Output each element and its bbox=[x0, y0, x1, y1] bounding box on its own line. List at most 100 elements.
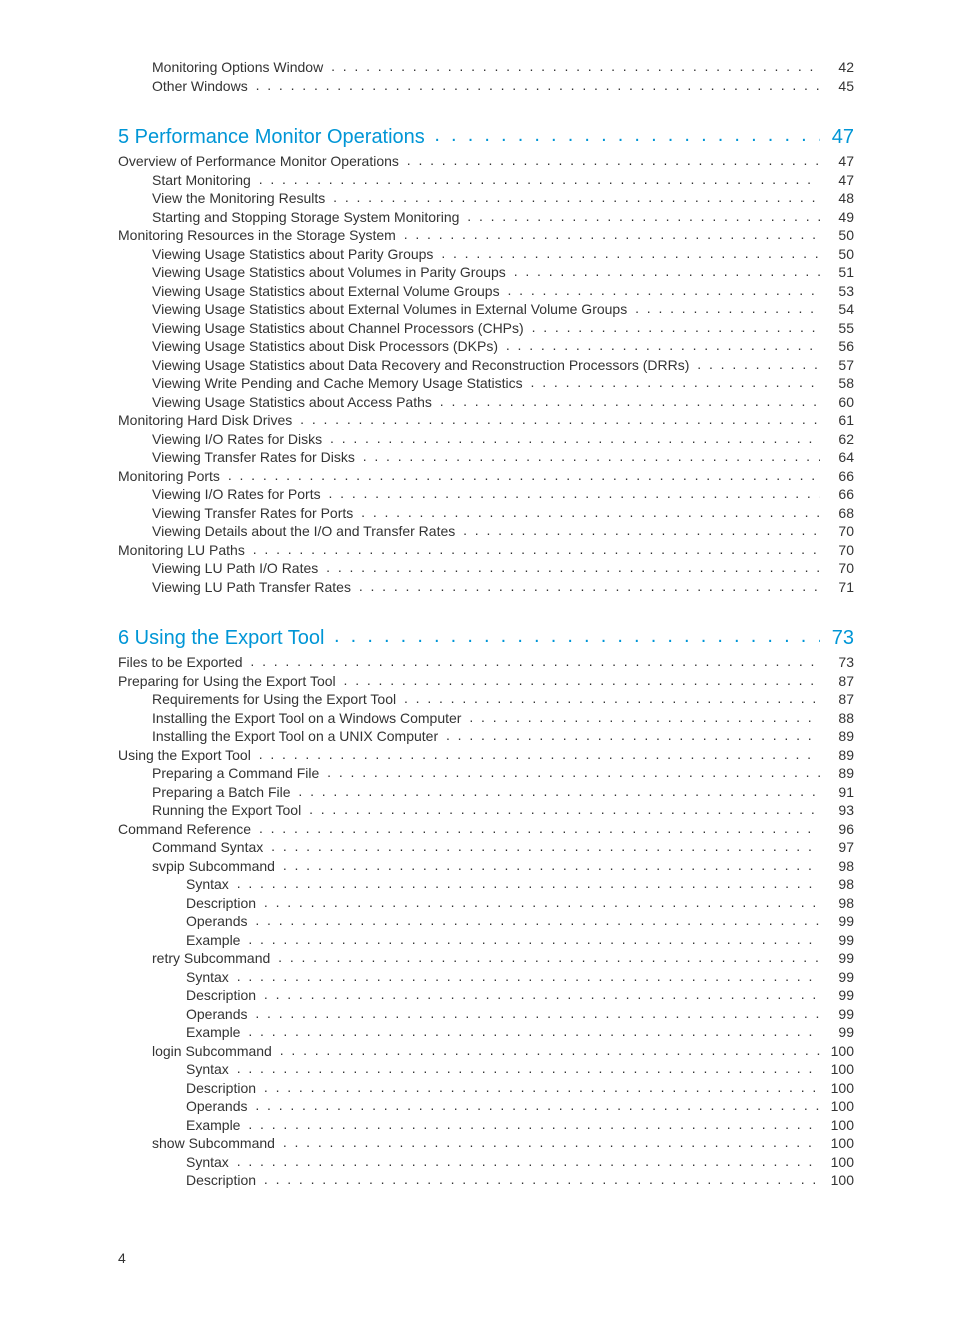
toc-entry-row[interactable]: Description100 bbox=[118, 1079, 854, 1098]
toc-entry-label: Viewing LU Path I/O Rates bbox=[118, 560, 318, 578]
toc-entry-row[interactable]: Monitoring Ports66 bbox=[118, 467, 854, 486]
toc-entry-page: 100 bbox=[824, 1043, 854, 1061]
toc-entry-row[interactable]: View the Monitoring Results48 bbox=[118, 189, 854, 208]
toc-entry-page: 98 bbox=[824, 895, 854, 913]
toc-entry-row[interactable]: Start Monitoring47 bbox=[118, 171, 854, 190]
dot-leader bbox=[326, 430, 820, 444]
toc-entry-row[interactable]: Files to be Exported73 bbox=[118, 653, 854, 672]
toc-entry-row[interactable]: Viewing Usage Statistics about Disk Proc… bbox=[118, 337, 854, 356]
dot-leader bbox=[400, 690, 820, 704]
toc-entry-row[interactable]: Preparing a Command File89 bbox=[118, 764, 854, 783]
toc-entry-page: 100 bbox=[824, 1080, 854, 1098]
toc-entry-row[interactable]: Example99 bbox=[118, 1023, 854, 1042]
toc-entry-label: Viewing Details about the I/O and Transf… bbox=[118, 523, 455, 541]
toc-entry-label: Syntax bbox=[118, 1154, 229, 1172]
toc-entry-row[interactable]: Using the Export Tool89 bbox=[118, 746, 854, 765]
toc-entry-row[interactable]: Description98 bbox=[118, 894, 854, 913]
toc-entry-row[interactable]: Overview of Performance Monitor Operatio… bbox=[118, 152, 854, 171]
toc-entry-row[interactable]: Command Reference96 bbox=[118, 820, 854, 839]
toc-entry-row[interactable]: Starting and Stopping Storage System Mon… bbox=[118, 208, 854, 227]
toc-entry-row[interactable]: Requirements for Using the Export Tool87 bbox=[118, 690, 854, 709]
toc-entry-row[interactable]: Viewing Write Pending and Cache Memory U… bbox=[118, 374, 854, 393]
toc-entry-label: Viewing Usage Statistics about External … bbox=[118, 301, 627, 319]
dot-leader bbox=[260, 1171, 820, 1185]
toc-entry-row[interactable]: Viewing Usage Statistics about Data Reco… bbox=[118, 356, 854, 375]
dot-leader bbox=[504, 282, 820, 296]
toc-chapter-row[interactable]: 5 Performance Monitor Operations47 bbox=[118, 123, 854, 150]
toc-entry-row[interactable]: Command Syntax97 bbox=[118, 838, 854, 857]
toc-entry-row[interactable]: Viewing Transfer Rates for Ports68 bbox=[118, 504, 854, 523]
toc-entry-row[interactable]: Installing the Export Tool on a Windows … bbox=[118, 709, 854, 728]
toc-list: Monitoring Options Window 42Other Windows… bbox=[118, 58, 854, 1190]
toc-entry-row[interactable]: Operands99 bbox=[118, 912, 854, 931]
toc-entry-row[interactable]: Monitoring Options Window 42 bbox=[118, 58, 854, 77]
toc-entry-row[interactable]: Syntax98 bbox=[118, 875, 854, 894]
toc-entry-row[interactable]: Operands100 bbox=[118, 1097, 854, 1116]
toc-entry-row[interactable]: Viewing Transfer Rates for Disks64 bbox=[118, 448, 854, 467]
toc-entry-row[interactable]: Description99 bbox=[118, 986, 854, 1005]
toc-entry-row[interactable]: Syntax100 bbox=[118, 1153, 854, 1172]
toc-entry-page: 68 bbox=[824, 505, 854, 523]
dot-leader bbox=[296, 411, 820, 425]
toc-entry-row[interactable]: Viewing Usage Statistics about External … bbox=[118, 282, 854, 301]
toc-entry-row[interactable]: Viewing Usage Statistics about External … bbox=[118, 300, 854, 319]
toc-entry-row[interactable]: Operands99 bbox=[118, 1005, 854, 1024]
dot-leader bbox=[247, 653, 820, 667]
toc-entry-row[interactable]: Viewing I/O Rates for Ports66 bbox=[118, 485, 854, 504]
toc-entry-row[interactable]: show Subcommand100 bbox=[118, 1134, 854, 1153]
toc-entry-row[interactable]: Syntax99 bbox=[118, 968, 854, 987]
dot-leader bbox=[459, 522, 820, 536]
toc-entry-row[interactable]: Viewing Usage Statistics about Access Pa… bbox=[118, 393, 854, 412]
toc-entry-row[interactable]: Viewing Usage Statistics about Parity Gr… bbox=[118, 245, 854, 264]
toc-entry-row[interactable]: Viewing LU Path I/O Rates70 bbox=[118, 559, 854, 578]
toc-entry-row[interactable]: Preparing a Batch File91 bbox=[118, 783, 854, 802]
toc-entry-page: 58 bbox=[824, 375, 854, 393]
dot-leader bbox=[631, 300, 820, 314]
dot-leader bbox=[255, 746, 820, 760]
toc-entry-row[interactable]: Running the Export Tool93 bbox=[118, 801, 854, 820]
toc-entry-page: 57 bbox=[824, 357, 854, 375]
dot-leader bbox=[274, 949, 820, 963]
toc-entry-row[interactable]: Viewing Usage Statistics about Channel P… bbox=[118, 319, 854, 338]
toc-entry-label: Monitoring Options Window bbox=[118, 59, 323, 77]
toc-entry-label: Operands bbox=[118, 1006, 247, 1024]
toc-entry-page: 47 bbox=[824, 172, 854, 190]
toc-entry-page: 91 bbox=[824, 784, 854, 802]
toc-page: Monitoring Options Window 42Other Windows… bbox=[0, 0, 954, 1326]
toc-entry-page: 47 bbox=[824, 153, 854, 171]
toc-entry-page: 100 bbox=[824, 1172, 854, 1190]
toc-entry-row[interactable]: Example99 bbox=[118, 931, 854, 950]
dot-leader bbox=[442, 727, 820, 741]
toc-entry-row[interactable]: Other Windows45 bbox=[118, 77, 854, 96]
dot-leader bbox=[249, 541, 820, 555]
toc-entry-row[interactable]: Viewing LU Path Transfer Rates71 bbox=[118, 578, 854, 597]
dot-leader bbox=[233, 875, 820, 889]
toc-entry-row[interactable]: Viewing Usage Statistics about Volumes i… bbox=[118, 263, 854, 282]
toc-entry-label: Syntax bbox=[118, 1061, 229, 1079]
toc-entry-page: 54 bbox=[824, 301, 854, 319]
toc-entry-label: Using the Export Tool bbox=[118, 747, 251, 765]
toc-entry-row[interactable]: Viewing I/O Rates for Disks62 bbox=[118, 430, 854, 449]
toc-entry-row[interactable]: Monitoring Hard Disk Drives61 bbox=[118, 411, 854, 430]
toc-entry-row[interactable]: Monitoring Resources in the Storage Syst… bbox=[118, 226, 854, 245]
toc-entry-row[interactable]: Description100 bbox=[118, 1171, 854, 1190]
dot-leader bbox=[325, 485, 820, 499]
toc-entry-label: Viewing Usage Statistics about Access Pa… bbox=[118, 394, 432, 412]
toc-entry-label: Example bbox=[118, 932, 240, 950]
dot-leader bbox=[429, 123, 820, 143]
toc-entry-page: 62 bbox=[824, 431, 854, 449]
toc-entry-row[interactable]: Monitoring LU Paths70 bbox=[118, 541, 854, 560]
toc-entry-row[interactable]: svpip Subcommand98 bbox=[118, 857, 854, 876]
dot-leader bbox=[693, 356, 820, 370]
toc-entry-row[interactable]: Example100 bbox=[118, 1116, 854, 1135]
toc-entry-row[interactable]: Installing the Export Tool on a UNIX Com… bbox=[118, 727, 854, 746]
toc-entry-page: 42 bbox=[824, 59, 854, 77]
toc-entry-row[interactable]: Preparing for Using the Export Tool87 bbox=[118, 672, 854, 691]
toc-entry-row[interactable]: Viewing Details about the I/O and Transf… bbox=[118, 522, 854, 541]
toc-entry-row[interactable]: login Subcommand100 bbox=[118, 1042, 854, 1061]
toc-entry-page: 66 bbox=[824, 486, 854, 504]
toc-entry-row[interactable]: Syntax100 bbox=[118, 1060, 854, 1079]
toc-entry-label: Example bbox=[118, 1117, 240, 1135]
toc-entry-row[interactable]: retry Subcommand99 bbox=[118, 949, 854, 968]
toc-chapter-row[interactable]: 6 Using the Export Tool73 bbox=[118, 624, 854, 651]
